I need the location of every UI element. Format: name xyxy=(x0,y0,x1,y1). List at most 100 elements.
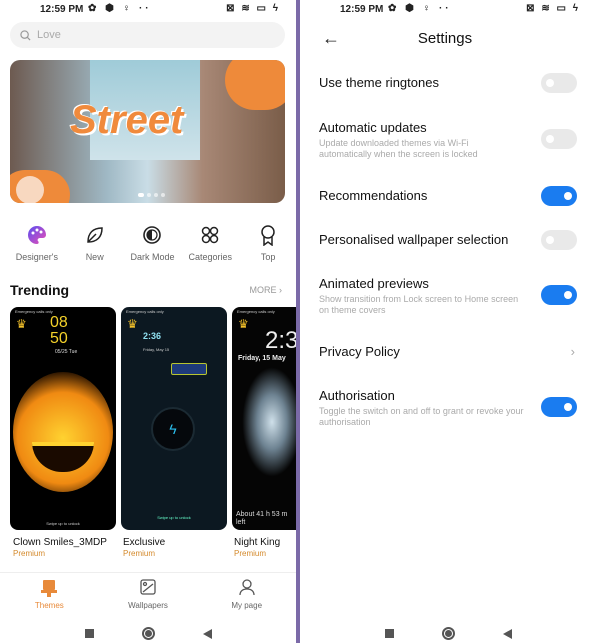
category-label: Categories xyxy=(188,252,233,262)
nav-my-page[interactable]: My page xyxy=(197,573,296,616)
setting-animated-previews: Animated previews Show transition from Lo… xyxy=(319,276,577,316)
card-date: Friday, May 15 xyxy=(143,347,170,352)
setting-description: Show transition from Lock screen to Home… xyxy=(319,294,519,315)
theme-name: Exclusive xyxy=(123,537,166,548)
setting-automatic-updates: Automatic updates Update downloaded theme… xyxy=(319,120,577,160)
card-unlock-text: Swipe up to unlock xyxy=(157,515,191,520)
palette-icon xyxy=(26,224,48,246)
setting-authorisation: Authorisation Toggle the switch on and of… xyxy=(319,388,577,428)
banner-shape xyxy=(16,176,44,203)
section-title: Trending xyxy=(10,282,70,298)
theme-tag: Premium xyxy=(123,549,156,558)
category-dark-mode[interactable]: Dark Mode xyxy=(125,224,181,262)
setting-label: Animated previews xyxy=(319,276,429,291)
card-status-text: Emergency calls only xyxy=(15,309,53,314)
crown-icon: ♛ xyxy=(127,317,138,331)
toggle-switch[interactable] xyxy=(541,285,577,305)
status-system-icons: ⊠ ≋ ▭ ϟ xyxy=(526,3,580,14)
settings-screen: 12:59 PM ✿ ⬢ ♀ ·· ⊠ ≋ ▭ ϟ ← Settings Use… xyxy=(300,0,596,643)
category-label: New xyxy=(85,252,104,262)
media-controls-image xyxy=(171,363,207,375)
category-top[interactable]: Top xyxy=(240,224,296,262)
theme-card[interactable]: Emergency calls only ♛ 2:36 Friday, May … xyxy=(121,307,227,530)
toggle-switch[interactable] xyxy=(541,397,577,417)
search-placeholder: Love xyxy=(37,29,61,41)
card-status-text: Emergency calls only xyxy=(126,309,164,314)
category-new[interactable]: New xyxy=(67,224,123,262)
status-bar: 12:59 PM ✿ ⬢ ♀ ·· ⊠ ≋ ▭ ϟ xyxy=(0,3,296,17)
home-icon[interactable] xyxy=(141,627,155,640)
chevron-right-icon: › xyxy=(570,344,575,359)
home-icon[interactable] xyxy=(441,627,455,640)
charging-ring-image: ϟ xyxy=(151,407,195,451)
nav-themes[interactable]: Themes xyxy=(0,573,99,616)
recents-icon[interactable] xyxy=(384,629,394,638)
card-clock: 2:36 xyxy=(265,327,296,354)
nav-label: Themes xyxy=(34,601,64,610)
setting-label: Recommendations xyxy=(319,188,428,203)
category-label: Designer's xyxy=(15,252,59,262)
themes-icon xyxy=(41,579,58,597)
toggle-switch[interactable] xyxy=(541,73,577,93)
back-icon[interactable] xyxy=(202,628,212,639)
card-clock: 08 50 xyxy=(50,314,68,347)
back-icon[interactable] xyxy=(502,628,512,639)
system-navigation xyxy=(0,624,296,643)
setting-recommendations: Recommendations xyxy=(319,186,577,206)
setting-privacy-policy[interactable]: Privacy Policy › xyxy=(319,344,577,359)
setting-description: Toggle the switch on and off to grant or… xyxy=(319,406,524,427)
toggle-switch[interactable] xyxy=(541,186,577,206)
toggle-switch[interactable] xyxy=(541,129,577,149)
nav-label: My page xyxy=(231,601,263,610)
toggle-switch[interactable] xyxy=(541,230,577,250)
category-row: Designer's New Dark Mode Categories Top xyxy=(0,224,296,262)
theme-tag: Premium xyxy=(13,549,46,558)
category-label: Top xyxy=(260,252,276,262)
card-status-text: Emergency calls only xyxy=(237,309,275,314)
contrast-icon xyxy=(141,224,163,246)
nav-label: Wallpapers xyxy=(128,601,168,610)
bottom-navigation: Themes Wallpapers My page xyxy=(0,572,296,616)
recents-icon[interactable] xyxy=(84,629,94,638)
themes-home-screen: 12:59 PM ✿ ⬢ ♀ ·· ⊠ ≋ ▭ ϟ Love Street De… xyxy=(0,0,296,643)
category-categories[interactable]: Categories xyxy=(182,224,238,262)
category-label: Dark Mode xyxy=(130,252,175,262)
theme-tag: Premium xyxy=(234,549,267,558)
night-king-image xyxy=(242,367,296,477)
grid-icon xyxy=(199,224,221,246)
setting-label: Personalised wallpaper selection xyxy=(319,232,509,247)
nav-wallpapers[interactable]: Wallpapers xyxy=(99,573,198,616)
featured-banner[interactable]: Street xyxy=(10,60,285,203)
status-time: 12:59 PM xyxy=(40,4,84,15)
wallpaper-icon xyxy=(140,579,156,597)
status-time: 12:59 PM xyxy=(340,4,384,15)
setting-label: Automatic updates xyxy=(319,120,427,135)
person-icon xyxy=(239,579,255,597)
setting-label: Authorisation xyxy=(319,388,395,403)
card-battery-text: About 41 h 53 m left xyxy=(236,511,288,526)
theme-card[interactable]: Emergency calls only ♛ 2:36 Friday, 15 M… xyxy=(232,307,296,530)
card-date: 05/25 Tue xyxy=(55,349,78,355)
theme-card[interactable]: Emergency calls only ♛ 08 50 05/25 Tue S… xyxy=(10,307,116,530)
status-icons: ✿ ⬢ ♀ ·· xyxy=(88,3,152,14)
page-title: Settings xyxy=(417,30,473,47)
status-system-icons: ⊠ ≋ ▭ ϟ xyxy=(226,3,280,14)
award-icon xyxy=(257,224,279,246)
crown-icon: ♛ xyxy=(238,317,249,331)
setting-label: Privacy Policy xyxy=(319,344,400,359)
theme-name: Clown Smiles_3MDP xyxy=(13,537,107,548)
search-icon xyxy=(20,29,31,41)
system-navigation xyxy=(300,624,596,643)
setting-description: Update downloaded themes via Wi-Fi autom… xyxy=(319,138,478,159)
pumpkin-face-image xyxy=(13,372,113,492)
search-input[interactable]: Love xyxy=(10,22,285,48)
crown-icon: ♛ xyxy=(16,317,27,331)
card-unlock-text: Swipe up to unlock xyxy=(46,521,80,526)
more-link[interactable]: MORE › xyxy=(250,285,283,295)
card-clock: 2:36 xyxy=(143,331,162,341)
banner-title: Street xyxy=(70,98,184,142)
category-designers[interactable]: Designer's xyxy=(9,224,65,262)
status-icons: ✿ ⬢ ♀ ·· xyxy=(388,3,452,14)
setting-theme-ringtones: Use theme ringtones xyxy=(319,73,577,93)
carousel-dots xyxy=(138,193,165,197)
